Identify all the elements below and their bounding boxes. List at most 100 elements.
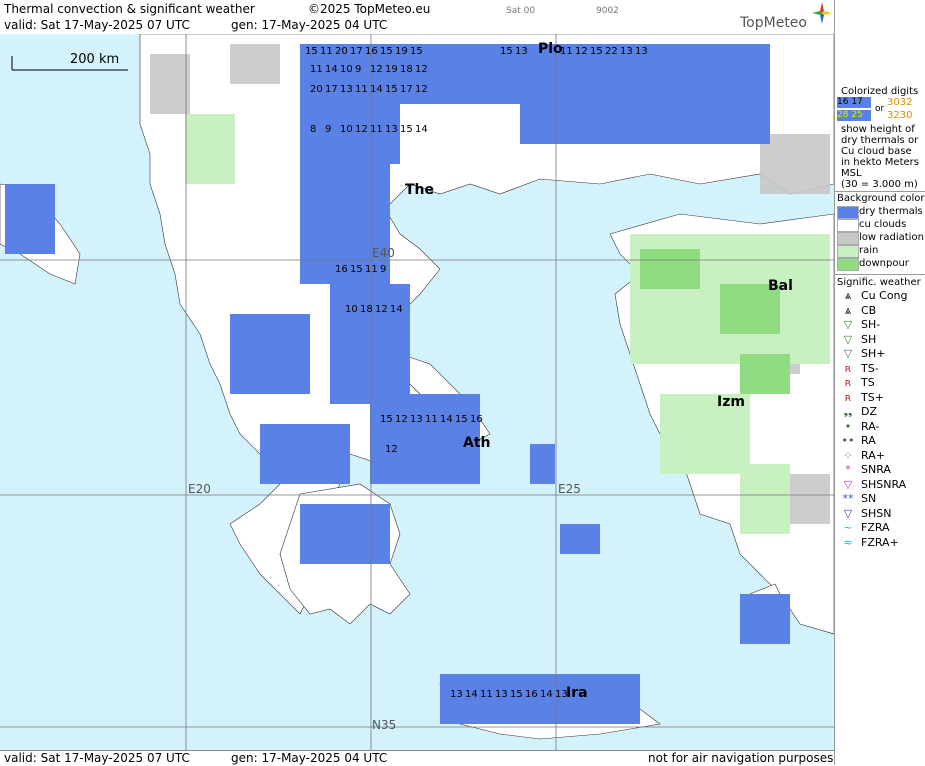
thermal-digit: 12 bbox=[355, 124, 368, 135]
thermal-digit: 15 bbox=[305, 46, 318, 57]
grid-label-e25: E25 bbox=[558, 482, 581, 496]
legend-wx-label: TS bbox=[861, 376, 875, 389]
legend-wx-label: TS- bbox=[861, 361, 879, 375]
legend-wx-label: DZ bbox=[861, 405, 878, 418]
weather-map[interactable]: 15 11 20 17 16 15 19 15 15 13 11 12 15 22 13 13 11 14 10 9 1… bbox=[0, 34, 834, 750]
thermal-digit: 15 bbox=[350, 264, 363, 275]
legend-digits-title: Colorized digits bbox=[841, 86, 919, 97]
thermal-digit: 12 bbox=[415, 84, 428, 95]
legend-bg-swatch bbox=[837, 245, 859, 258]
legend-wx-symbol-icon: ʀ bbox=[844, 361, 852, 375]
thermal-digit: 13 bbox=[410, 414, 423, 425]
legend-wx-symbol-icon: ** bbox=[842, 492, 854, 505]
city-bal[interactable]: Bal bbox=[768, 278, 793, 294]
legend-bg-swatch bbox=[837, 219, 859, 232]
scale-label: 200 km bbox=[70, 52, 120, 67]
thermal-digit: 14 bbox=[465, 689, 478, 700]
thermal-digit: 12 bbox=[375, 304, 388, 315]
legend-desc-4: MSL bbox=[841, 168, 862, 179]
legend-wx-label: SHSN bbox=[861, 506, 892, 520]
legend-wx-symbol-icon: ▽ bbox=[843, 347, 853, 360]
thermal-digit: 15 bbox=[400, 124, 413, 135]
legend-wx-symbol-icon: ⩓ bbox=[844, 289, 852, 302]
valid-time: valid: Sat 17-May-2025 07 UTC bbox=[4, 18, 190, 32]
city-plo[interactable]: Plo bbox=[538, 41, 563, 57]
thermal-digit: 11 bbox=[310, 64, 323, 75]
legend-bg-swatch bbox=[837, 206, 859, 219]
thermal-digit: 13 bbox=[635, 46, 648, 57]
city-the[interactable]: The bbox=[405, 182, 434, 198]
legend-wx-label: RA+ bbox=[861, 448, 885, 462]
thermal-digit: 11 bbox=[320, 46, 333, 57]
thermal-digit: 13 bbox=[495, 689, 508, 700]
thermal-digit: 9 bbox=[380, 264, 387, 275]
thermal-digit: 12 bbox=[415, 64, 428, 75]
thermal-digit: 14 bbox=[370, 84, 383, 95]
legend-digits-sample-cu-2: 3230 bbox=[887, 110, 913, 121]
thermal-digit: 17 bbox=[400, 84, 413, 95]
legend-bg-label: cu clouds bbox=[859, 219, 907, 230]
thermal-digit: 18 bbox=[360, 304, 373, 315]
legend-bg-label: rain bbox=[859, 245, 879, 256]
thermal-digit: 18 bbox=[400, 64, 413, 75]
legend-wx-symbol-icon: •• bbox=[841, 434, 855, 447]
thermal-digit: 8 bbox=[310, 124, 317, 135]
sat-label: Sat 00 bbox=[506, 6, 536, 16]
thermal-digit: 17 bbox=[325, 84, 338, 95]
legend-wx-label: Cu Cong bbox=[861, 289, 908, 302]
legend-wx-label: SHSNRA bbox=[861, 477, 907, 491]
legend-panel: Colorized digits 16 17 or 3032 28 25 323… bbox=[834, 0, 925, 765]
legend-wx-symbol-icon: ʀ bbox=[844, 390, 852, 404]
thermal-digit: 15 bbox=[455, 414, 468, 425]
legend-bg-swatch bbox=[837, 258, 859, 271]
thermal-digit: 11 bbox=[365, 264, 378, 275]
legend-wx-label: SH bbox=[861, 332, 877, 346]
thermal-digit: 19 bbox=[395, 46, 408, 57]
thermal-digit: 9 bbox=[355, 64, 362, 75]
city-ira[interactable]: Ira bbox=[566, 685, 588, 701]
legend-wx-symbol-icon: ~ bbox=[843, 521, 853, 534]
legend-wx-label: SH- bbox=[861, 318, 881, 331]
thermal-digit: 17 bbox=[350, 46, 363, 57]
legend-digits-sample-cu-1: 3032 bbox=[887, 97, 913, 108]
thermal-digit: 20 bbox=[310, 84, 323, 95]
footer-generated-time: gen: 17-May-2025 04 UTC bbox=[231, 751, 388, 765]
thermal-digit: 12 bbox=[395, 414, 408, 425]
legend-wx-symbol-icon: * bbox=[845, 463, 851, 476]
thermal-digit: 20 bbox=[335, 46, 348, 57]
legend-digits-sample-dry-2: 28 25 bbox=[837, 110, 871, 121]
thermal-digit: 15 bbox=[590, 46, 603, 57]
code-label: 9002 bbox=[596, 6, 619, 16]
thermal-digit: 14 bbox=[415, 124, 428, 135]
legend-wx-symbol-icon: ▽ bbox=[843, 332, 853, 346]
legend-wx-symbol-icon: ⩓ bbox=[844, 303, 852, 317]
legend-bg-label: low radiation bbox=[859, 232, 924, 243]
city-izm[interactable]: Izm bbox=[717, 394, 745, 410]
legend-wx-label: SNRA bbox=[861, 463, 891, 476]
thermal-digit: 15 bbox=[500, 46, 513, 57]
legend-wx-symbol-icon: • bbox=[844, 419, 852, 433]
thermal-digit: 12 bbox=[385, 444, 398, 455]
thermal-digit: 15 bbox=[410, 46, 423, 57]
city-ath[interactable]: Ath bbox=[463, 435, 491, 451]
thermal-digit: 14 bbox=[540, 689, 553, 700]
legend-wx-label: RA bbox=[861, 434, 876, 447]
thermal-digit: 13 bbox=[450, 689, 463, 700]
grid-label-e20: E20 bbox=[188, 482, 211, 496]
thermal-digit: 16 bbox=[470, 414, 483, 425]
thermal-digit: 14 bbox=[325, 64, 338, 75]
legend-digits-sample-dry: 16 17 bbox=[837, 97, 871, 108]
map-title: Thermal convection & significant weather bbox=[4, 2, 255, 16]
thermal-digit: 15 bbox=[385, 84, 398, 95]
legend-wx-symbol-icon: ❟❟ bbox=[843, 405, 853, 418]
brand-name: TopMeteo bbox=[740, 15, 807, 31]
legend-wx-label: TS+ bbox=[861, 390, 884, 404]
legend-bg-title: Background color bbox=[837, 193, 925, 204]
thermal-digit: 11 bbox=[425, 414, 438, 425]
thermal-digit: 14 bbox=[390, 304, 403, 315]
generated-time: gen: 17-May-2025 04 UTC bbox=[231, 18, 388, 32]
thermal-digit: 13 bbox=[620, 46, 633, 57]
thermal-digit: 15 bbox=[510, 689, 523, 700]
footer-valid-time: valid: Sat 17-May-2025 07 UTC bbox=[4, 751, 190, 765]
thermal-digit: 11 bbox=[355, 84, 368, 95]
